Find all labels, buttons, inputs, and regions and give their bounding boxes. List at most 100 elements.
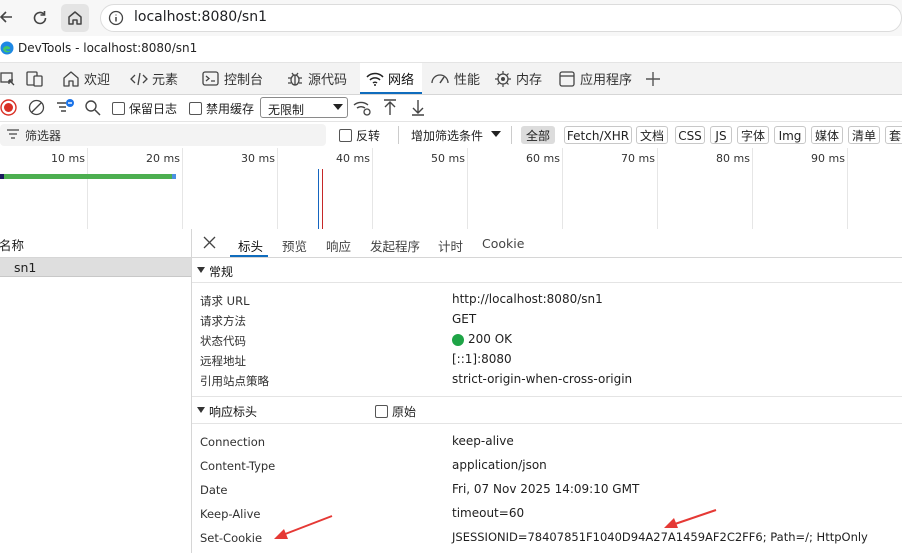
general-section-header[interactable]: 常规 — [192, 258, 902, 283]
detail-tab-response[interactable]: 响应 — [326, 236, 351, 255]
application-icon — [558, 70, 576, 88]
tab-welcome[interactable]: 欢迎 — [58, 63, 120, 94]
raw-label: 原始 — [392, 405, 417, 419]
tab-label: 元素 — [152, 73, 179, 88]
tab-sources[interactable]: 源代码 — [282, 63, 354, 94]
detail-tab-timing[interactable]: 计时 — [438, 236, 463, 255]
status-ok-dot — [452, 334, 464, 346]
section-title: 响应标头 — [209, 405, 258, 419]
divider — [398, 126, 399, 144]
filter-chip-manifest[interactable]: 清单 — [848, 126, 880, 144]
gridline — [372, 148, 373, 229]
filter-icon — [7, 129, 19, 139]
filter-chip-doc[interactable]: 文档 — [636, 126, 668, 144]
request-list-header: 名称 — [0, 229, 191, 258]
header-key: Set-Cookie — [200, 531, 263, 545]
filter-chip-img[interactable]: Img — [774, 126, 806, 144]
device-emulation-icon[interactable] — [26, 71, 44, 87]
response-headers-section-header[interactable]: 响应标头 原始 — [192, 396, 902, 424]
tab-label: 性能 — [454, 73, 481, 88]
gridline — [182, 148, 183, 229]
search-icon[interactable] — [84, 99, 101, 116]
detail-tab-headers[interactable]: 标头 — [238, 236, 263, 255]
devtools-title: DevTools - localhost:8080/sn1 — [18, 41, 198, 55]
request-waiting-bar — [0, 174, 4, 179]
import-har-icon[interactable] — [382, 99, 398, 116]
network-conditions-icon[interactable] — [353, 99, 373, 117]
gridline — [562, 148, 563, 229]
tab-application[interactable]: 应用程序 — [556, 63, 636, 94]
info-icon[interactable] — [108, 10, 124, 26]
dom-content-loaded-line — [318, 169, 319, 229]
invert-checkbox[interactable] — [339, 129, 352, 142]
request-detail-pane: 标头 预览 响应 发起程序 计时 Cookie 常规 请求 URL http:/… — [192, 229, 902, 553]
tab-network[interactable]: 网络 — [360, 63, 422, 94]
network-toolbar: 保留日志 禁用缓存 无限制 — [0, 95, 902, 122]
add-tab-icon[interactable] — [645, 71, 661, 87]
detail-tab-initiator[interactable]: 发起程序 — [370, 236, 420, 255]
tab-label: 源代码 — [308, 73, 348, 88]
wifi-icon — [366, 71, 384, 87]
more-filters-label[interactable]: 增加筛选条件 — [411, 127, 483, 144]
disable-cache-checkbox[interactable] — [189, 102, 202, 115]
tab-label: 网络 — [388, 73, 415, 88]
filter-chip-css[interactable]: CSS — [675, 126, 705, 144]
performance-icon — [430, 71, 450, 87]
waterfall-overview[interactable]: 10 ms 20 ms 30 ms 40 ms 50 ms 60 ms 70 m… — [0, 148, 902, 230]
request-waterfall-bar — [0, 174, 176, 179]
browser-toolbar: localhost:8080/sn1 — [0, 0, 902, 36]
refresh-icon[interactable] — [31, 9, 49, 27]
filter-chip-font[interactable]: 字体 — [737, 126, 769, 144]
request-name: sn1 — [14, 260, 37, 275]
chevron-down-icon — [333, 104, 343, 111]
preserve-log-checkbox[interactable] — [112, 102, 125, 115]
tick-label: 90 ms — [811, 152, 845, 165]
request-row[interactable]: sn1 — [0, 258, 191, 277]
record-stop-icon[interactable] — [0, 99, 17, 116]
filter-chip-media[interactable]: 媒体 — [811, 126, 843, 144]
header-value: Fri, 07 Nov 2025 14:09:10 GMT — [452, 482, 640, 496]
inspect-icon[interactable] — [0, 71, 16, 87]
clear-icon[interactable] — [28, 99, 45, 116]
close-icon[interactable] — [203, 236, 216, 249]
annotation-arrow-icon — [664, 509, 717, 528]
tab-performance[interactable]: 性能 — [428, 63, 484, 94]
gridline — [752, 148, 753, 229]
set-cookie-value: JSESSIONID=78407851F1040D94A27A1459AF2C2… — [452, 530, 868, 544]
devtools-tab-bar: 欢迎 元素 控制台 源代码 网络 性能 内存 应用程序 — [0, 63, 902, 95]
header-key: Content-Type — [200, 459, 276, 473]
header-key: Connection — [200, 435, 266, 449]
status-code-value: 200 OK — [468, 332, 513, 346]
filter-chip-more[interactable]: 套 — [885, 126, 902, 144]
detail-tab-preview[interactable]: 预览 — [282, 236, 307, 255]
name-column-header[interactable]: 名称 — [0, 235, 24, 254]
filter-chip-js[interactable]: JS — [710, 126, 732, 144]
gridline — [277, 148, 278, 229]
code-icon — [130, 71, 148, 87]
disable-cache-label: 禁用缓存 — [206, 102, 255, 116]
url-text[interactable]: localhost:8080/sn1 — [134, 9, 267, 25]
raw-checkbox[interactable] — [375, 405, 388, 418]
tab-label: 欢迎 — [84, 73, 111, 88]
tab-console[interactable]: 控制台 — [196, 63, 270, 94]
tab-label: 控制台 — [224, 73, 264, 88]
filter-input[interactable]: 筛选器 — [0, 124, 326, 146]
home-button[interactable] — [61, 4, 89, 32]
header-key: Keep-Alive — [200, 507, 261, 521]
devtools-titlebar: DevTools - localhost:8080/sn1 — [0, 36, 902, 63]
export-har-icon[interactable] — [410, 99, 426, 116]
back-icon[interactable] — [0, 9, 14, 25]
filter-chip-all[interactable]: 全部 — [521, 126, 555, 144]
header-key: Date — [200, 483, 228, 497]
detail-tab-cookie[interactable]: Cookie — [482, 236, 524, 251]
filter-toggle-icon[interactable] — [55, 98, 75, 116]
tick-label: 60 ms — [526, 152, 560, 165]
filter-chip-fetch-xhr[interactable]: Fetch/XHR — [564, 126, 632, 144]
tab-elements[interactable]: 元素 — [124, 63, 186, 94]
bug-icon — [286, 70, 304, 88]
gridline — [657, 148, 658, 229]
header-key: 引用站点策略 — [200, 374, 269, 388]
throttle-select[interactable]: 无限制 — [260, 97, 348, 118]
chevron-down-icon[interactable] — [491, 131, 501, 138]
tab-memory[interactable]: 内存 — [492, 63, 548, 94]
